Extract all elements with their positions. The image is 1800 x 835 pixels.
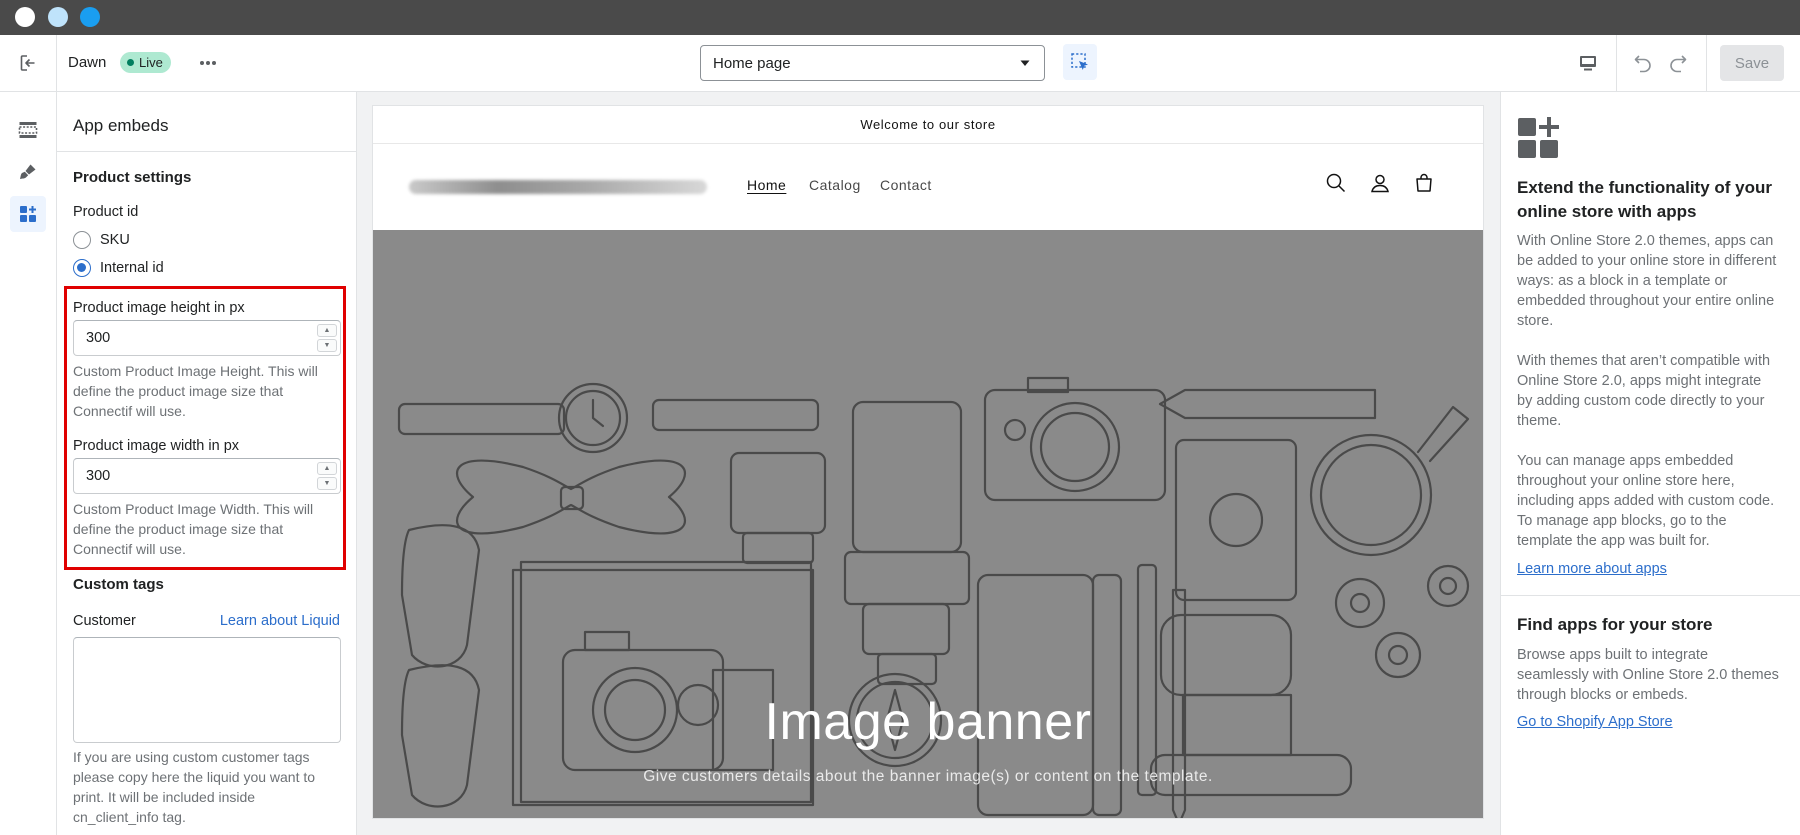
caret-down-icon: [1020, 60, 1030, 66]
product-id-label: Product id: [73, 204, 139, 220]
redo-button[interactable]: [1662, 47, 1694, 79]
image-width-label: Product image width in px: [73, 438, 240, 454]
increment-button[interactable]: ▲: [317, 324, 337, 337]
decrement-button[interactable]: ▼: [317, 477, 337, 490]
apps-icon: [1518, 117, 1559, 158]
toolbar-divider: [1706, 35, 1707, 91]
nav-link-home[interactable]: Home: [747, 177, 786, 193]
find-apps-title: Find apps for your store: [1517, 615, 1713, 634]
panel-title: App embeds: [73, 116, 169, 135]
increment-button[interactable]: ▲: [317, 462, 337, 475]
product-id-option-internal-id[interactable]: Internal id: [73, 257, 164, 279]
app-embeds-nav-button[interactable]: [10, 196, 46, 232]
redo-icon: [1670, 55, 1687, 73]
cart-icon[interactable]: [1411, 170, 1437, 196]
window-close-button[interactable]: [15, 7, 35, 27]
panel-divider: [1501, 595, 1800, 596]
learn-more-apps-link[interactable]: Learn more about apps: [1517, 561, 1667, 577]
apps-icon: [20, 206, 36, 222]
toolbar-divider: [1616, 35, 1617, 91]
editor-nav-rail: [0, 92, 57, 835]
undo-button[interactable]: [1627, 47, 1659, 79]
announcement-bar[interactable]: Welcome to our store: [373, 106, 1483, 144]
learn-liquid-link[interactable]: Learn about Liquid: [220, 613, 340, 629]
store-header[interactable]: Home Catalog Contact: [373, 144, 1483, 230]
find-apps-text: Browse apps built to integrate seamlessl…: [1517, 647, 1779, 703]
save-button[interactable]: Save: [1720, 45, 1784, 81]
shopify-app-store-link[interactable]: Go to Shopify App Store: [1517, 714, 1673, 730]
store-logo[interactable]: [409, 180, 707, 194]
theme-preview-area: Welcome to our store Home Catalog Contac…: [357, 92, 1500, 835]
image-width-value: 300: [86, 468, 111, 484]
storefront-preview: Welcome to our store Home Catalog Contac…: [373, 106, 1483, 818]
radio-label: SKU: [100, 232, 130, 248]
account-icon[interactable]: [1367, 170, 1393, 196]
exit-icon: [20, 55, 35, 71]
product-settings-heading: Product settings: [73, 169, 192, 186]
image-height-help: Custom Product Image Height. This will d…: [73, 363, 318, 419]
panel-divider: [57, 151, 356, 152]
apps-panel-title: Extend the functionality of your online …: [1517, 178, 1773, 221]
radio-button-selected[interactable]: [73, 259, 91, 277]
banner-heading: Image banner: [764, 693, 1092, 751]
theme-name: Dawn: [68, 54, 107, 71]
sections-nav-button[interactable]: [10, 112, 46, 148]
editor-topbar: Dawn Live Home page Save: [0, 35, 1800, 92]
page-select[interactable]: Home page: [700, 45, 1045, 81]
more-horizontal-icon: [200, 61, 216, 65]
undo-icon: [1634, 55, 1651, 73]
image-width-input[interactable]: 300 ▲ ▼: [73, 458, 341, 494]
custom-tags-help: If you are using custom customer tags pl…: [73, 749, 316, 825]
exit-editor-button[interactable]: [0, 35, 57, 91]
app-embed-settings-panel: App embeds Product settings Product id S…: [57, 92, 357, 835]
image-height-value: 300: [86, 330, 111, 346]
live-dot-icon: [127, 59, 134, 66]
radio-label: Internal id: [100, 260, 164, 276]
page-select-value: Home page: [713, 54, 791, 72]
product-id-option-sku[interactable]: SKU: [73, 229, 130, 251]
apps-panel-paragraph: With themes that aren’t compatible with …: [1517, 353, 1771, 429]
window-minimize-button[interactable]: [48, 7, 68, 27]
banner-description: Give customers details about the banner …: [643, 768, 1213, 785]
custom-tags-heading: Custom tags: [73, 576, 164, 593]
more-actions-button[interactable]: [196, 53, 220, 73]
device-preview-button[interactable]: [1572, 47, 1604, 79]
apps-info-panel: Extend the functionality of your online …: [1500, 92, 1800, 835]
image-height-label: Product image height in px: [73, 300, 245, 316]
paint-brush-icon: [20, 164, 36, 179]
desktop-icon: [1580, 56, 1596, 71]
nav-link-catalog[interactable]: Catalog: [809, 177, 861, 193]
nav-link-contact[interactable]: Contact: [880, 177, 932, 193]
select-cursor-icon: [1071, 53, 1088, 70]
radio-button[interactable]: [73, 231, 91, 249]
apps-panel-paragraph: With Online Store 2.0 themes, apps can b…: [1517, 233, 1777, 329]
window-titlebar: [0, 0, 1800, 35]
status-badge-label: Live: [139, 55, 163, 70]
customer-label: Customer: [73, 613, 136, 629]
sections-icon: [18, 122, 38, 138]
image-height-input[interactable]: 300 ▲ ▼: [73, 320, 341, 356]
status-badge: Live: [120, 52, 171, 73]
window-zoom-button[interactable]: [80, 7, 100, 27]
decrement-button[interactable]: ▼: [317, 339, 337, 352]
theme-settings-nav-button[interactable]: [10, 154, 46, 190]
image-height-stepper: ▲ ▼: [317, 324, 337, 352]
search-icon[interactable]: [1323, 170, 1349, 196]
customer-liquid-textarea[interactable]: [73, 637, 341, 743]
image-width-stepper: ▲ ▼: [317, 462, 337, 490]
inspector-toggle-button[interactable]: [1063, 44, 1097, 80]
image-banner-section[interactable]: Image banner Give customers details abou…: [373, 230, 1483, 818]
apps-panel-paragraph: You can manage apps embedded throughout …: [1517, 453, 1775, 549]
image-width-help: Custom Product Image Width. This will de…: [73, 501, 314, 557]
